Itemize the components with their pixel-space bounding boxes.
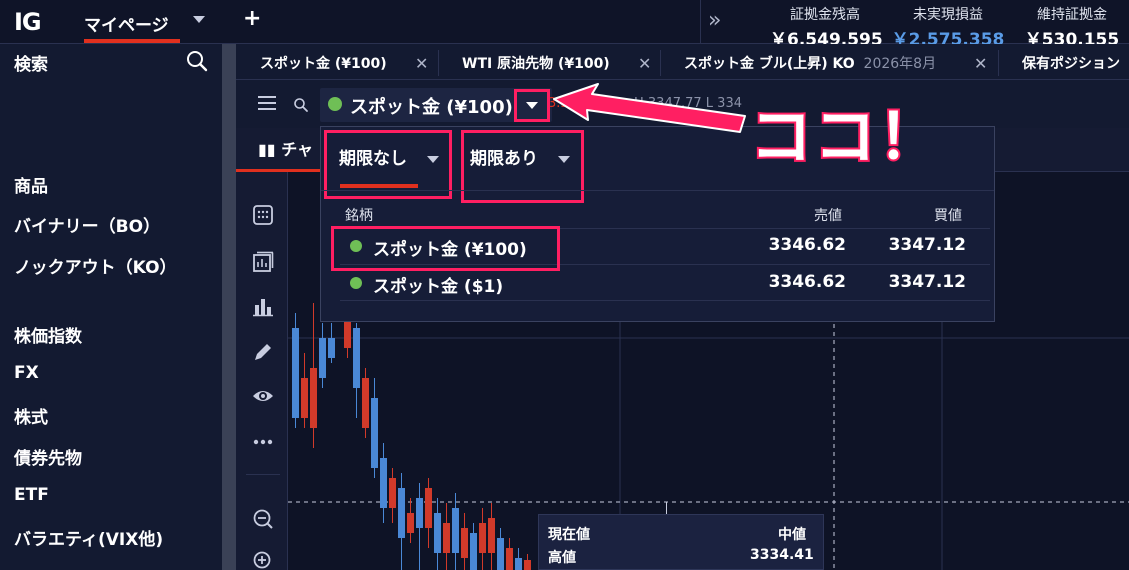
search-icon[interactable] [293,97,309,113]
search-icon[interactable] [186,50,208,72]
zoom-in-icon[interactable] [252,550,274,570]
tab-sublabel: 2026年8月 [863,56,937,72]
row-divider [340,300,990,301]
sidebar-item-knockout[interactable]: ノックアウト（KO） [14,253,177,278]
close-icon[interactable]: ✕ [974,54,987,73]
tooltip-current-label: 現在値 [548,527,590,543]
instrument-row-name[interactable]: スポット金 ($1) [373,272,503,297]
column-header-buy: 買値 [934,208,962,224]
toolstrip-divider [246,474,280,475]
tab-positions[interactable]: 保有ポジション [1022,44,1120,80]
tab-wti[interactable]: WTI 原油先物 (¥100) [462,44,610,80]
candlestick-icon: ▮▮ [258,140,276,159]
sidebar-item-stocks[interactable]: 株式 [14,403,48,428]
more-dots-icon[interactable] [252,431,274,453]
annotation-highlight-box [331,226,560,271]
sidebar-item-commodities[interactable]: 商品 [14,172,48,197]
instrument-row-buy[interactable]: 3347.12 [876,235,966,255]
tooltip-high-value: 3334.41 [750,547,814,563]
tab-chart-label: チャ [281,140,314,159]
annotation-arrow [553,83,746,133]
column-header-sell: 売値 [814,208,842,224]
sidebar-item-binary[interactable]: バイナリー（BO） [14,212,160,237]
mypage-menu[interactable]: マイページ [84,11,169,36]
tooltip-mid-label: 中値 [778,527,806,543]
bar-chart-icon[interactable] [252,295,274,317]
maintenance-margin-label: 維持証拠金 [1037,7,1107,23]
annotation-highlight-box [324,130,452,199]
dropdown-divider [321,190,994,191]
tab-divider [660,50,661,76]
chevron-down-icon[interactable] [193,16,205,23]
instrument-row-buy[interactable]: 3347.12 [876,272,966,292]
instrument-tabs: スポット金 (¥100) ✕ WTI 原油先物 (¥100) ✕ スポット金 ブ… [236,44,1129,80]
calendar-grid-icon[interactable] [252,204,274,226]
tab-divider [998,50,999,76]
sidebar-item-etf[interactable]: ETF [14,485,49,505]
pencil-icon[interactable] [252,341,274,363]
divider [700,0,701,44]
tab-divider [438,50,439,76]
sidebar-item-bond-futures[interactable]: 債券先物 [14,444,82,469]
unrealized-pnl-label: 未実現損益 [913,7,983,23]
mypage-active-indicator [84,39,180,43]
tab-spot-gold-bull-ko[interactable]: スポット金 ブル(上昇) KO 2026年8月 [684,44,936,80]
instrument-row-sell[interactable]: 3346.62 [756,235,846,255]
tab-spot-gold[interactable]: スポット金 (¥100) [260,44,387,80]
instrument-row-sell[interactable]: 3346.62 [756,272,846,292]
zoom-out-icon[interactable] [252,508,274,530]
sidebar-search-label[interactable]: 検索 [14,50,48,75]
eye-icon[interactable] [252,385,274,407]
annotation-text: ココ！ [748,98,943,175]
account-balance-label: 証拠金残高 [790,7,860,23]
expand-chevron-icon[interactable]: » [708,8,721,33]
instrument-name[interactable]: スポット金 (¥100) [350,93,513,119]
tooltip-high-label: 高値 [548,550,576,566]
close-icon[interactable]: ✕ [638,54,651,73]
sidebar-item-variety[interactable]: バラエティ(VIX他) [14,525,163,550]
tab-label: スポット金 ブル(上昇) KO [684,56,855,72]
tab-label: スポット金 (¥100) [260,56,387,72]
ig-logo[interactable]: IG [14,8,42,36]
market-open-status-dot [328,97,342,111]
column-header-instrument: 銘柄 [345,208,373,224]
hamburger-menu-icon[interactable] [258,96,276,110]
top-bar: IG マイページ + » 証拠金残高 ￥6,549,595 未実現損益 ￥2,5… [0,0,1129,50]
chart-layout-icon[interactable] [252,251,274,273]
sidebar-scrollbar[interactable] [222,44,236,570]
tab-label: WTI 原油先物 (¥100) [462,56,610,72]
market-open-status-dot [350,277,362,289]
close-icon[interactable]: ✕ [415,54,428,73]
tab-label: 保有ポジション [1022,56,1120,72]
tab-chart[interactable]: ▮▮ チャ [258,136,313,160]
add-tab-button[interactable]: + [243,6,261,31]
sidebar-item-fx[interactable]: FX [14,363,39,383]
sidebar-item-indices[interactable]: 株価指数 [14,322,82,347]
